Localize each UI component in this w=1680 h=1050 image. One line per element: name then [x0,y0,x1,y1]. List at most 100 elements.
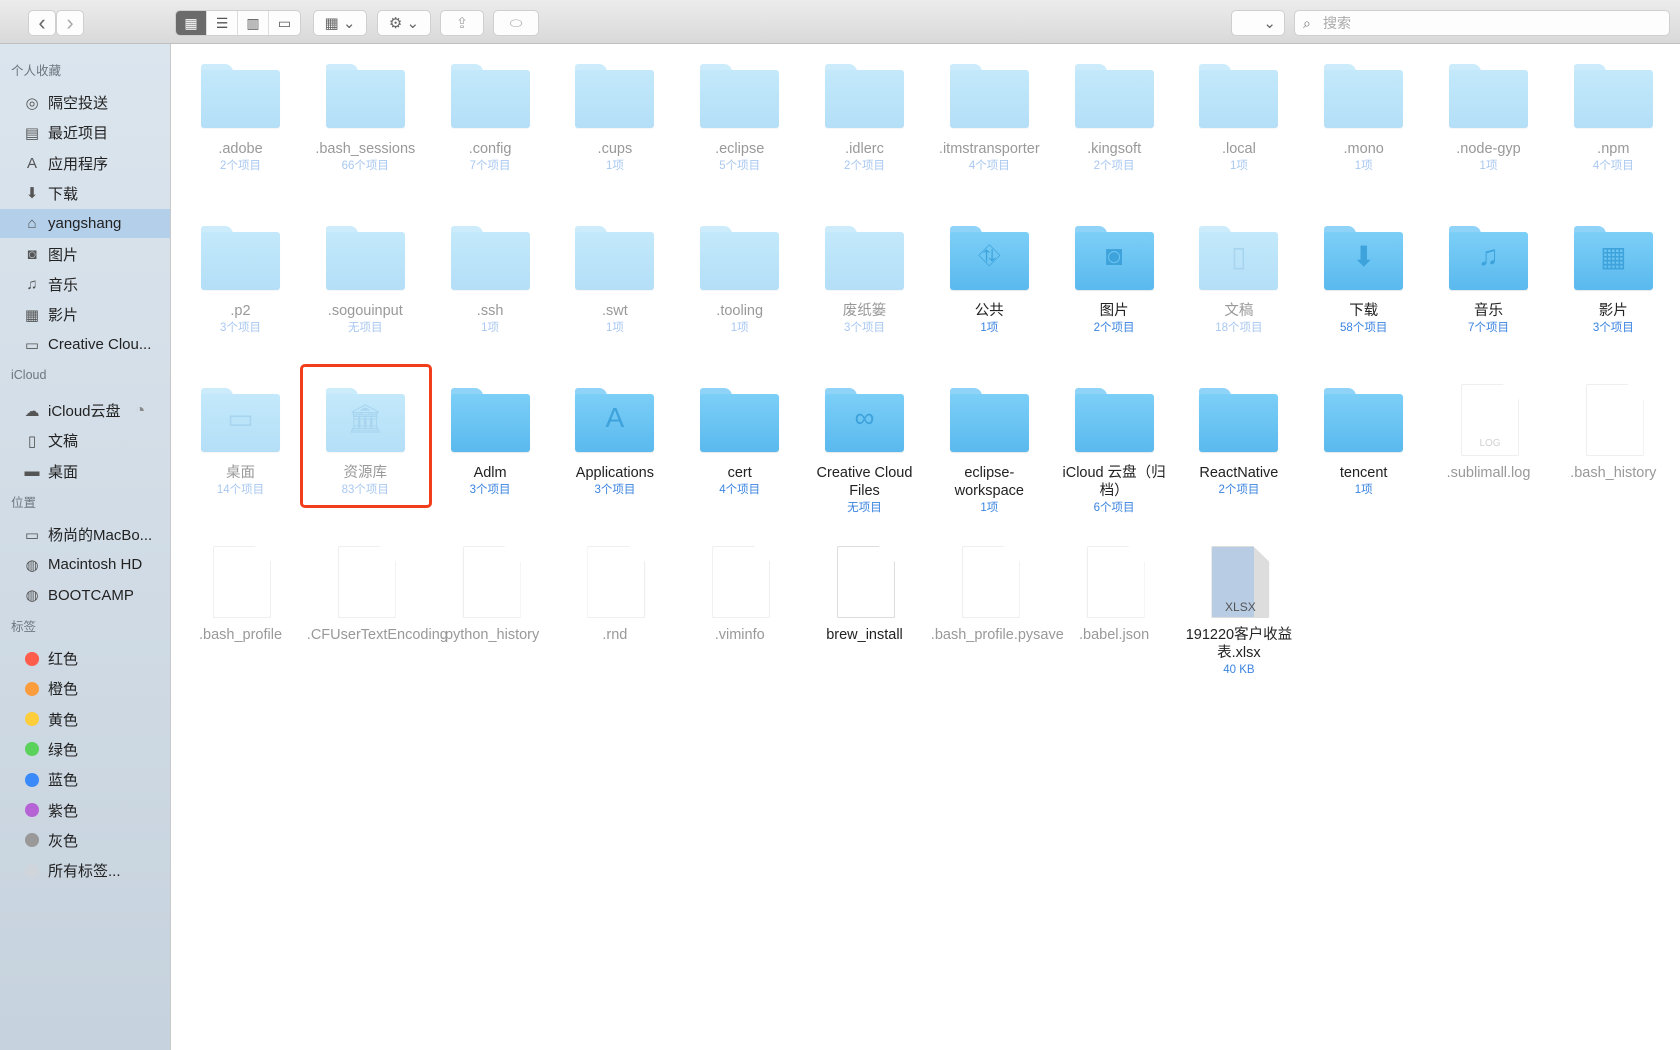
sidebar-item[interactable]: ▦ 影片 [0,300,170,329]
folder-item[interactable]: ♫ 音乐 7个项目 [1426,226,1551,336]
sidebar-item-label: 绿色 [48,741,79,759]
file-item[interactable]: brew_install [802,546,927,644]
downloads-folder-icon: ⬇ [1324,226,1404,290]
sidebar-item[interactable]: 灰色 [0,826,170,855]
group-by-button[interactable]: ▦ ⌄ [313,10,367,36]
sidebar-item-label: BOOTCAMP [48,586,134,604]
sidebar-item[interactable]: 橙色 [0,674,170,703]
folder-item[interactable]: Adlm 3个项目 [428,388,553,498]
item-name: .sogouinput [327,303,403,319]
folder-icon [1573,64,1653,128]
item-count: 1项 [1354,484,1373,496]
chevron-right-icon: › [66,10,74,35]
folder-item[interactable]: cert 4个项目 [677,388,802,498]
file-item[interactable]: .CFUserTextEncoding [303,546,448,644]
icon-view-button[interactable]: ▦ [176,11,207,35]
share-button[interactable]: ⇪ [440,10,484,36]
folder-icon [1324,388,1404,452]
item-count: 无项目 [847,502,882,514]
sidebar-item[interactable]: ◎ 隔空投送 [0,88,170,117]
folder-item[interactable]: .kingsoft 2个项目 [1052,64,1177,174]
folder-item[interactable]: .npm 4个项目 [1551,64,1676,174]
folder-item[interactable]: .idlerc 2个项目 [802,64,927,174]
folder-item[interactable]: ◙ 图片 2个项目 [1052,226,1177,336]
sidebar-item-label: 文稿 [48,433,79,451]
folder-item[interactable]: A Applications 3个项目 [552,388,677,498]
folder-item[interactable]: ▯ 文稿 18个项目 [1176,226,1301,336]
sidebar-item[interactable]: ☁ iCloud云盘 ◔ [0,396,170,425]
forward-button[interactable]: › [56,10,84,36]
item-name: .mono [1343,141,1384,157]
folder-item[interactable]: ∞ Creative Cloud Files 无项目 [802,388,927,516]
folder-item[interactable]: tencent 1项 [1301,388,1426,498]
folder-item[interactable]: .swt 1项 [552,226,677,336]
sidebar-item[interactable]: 紫色 [0,796,170,825]
search-input[interactable]: ⌕ 搜索 [1294,10,1670,36]
folder-item[interactable]: iCloud 云盘（归档） 6个项目 [1052,388,1177,516]
folder-item[interactable]: .local 1项 [1176,64,1301,174]
folder-item[interactable]: .bash_sessions 66个项目 [303,64,428,174]
gallery-view-button[interactable]: ▭ [269,11,300,35]
sidebar-item[interactable]: ⬇ 下载 [0,179,170,208]
file-item[interactable]: LOG .sublimall.log [1426,384,1551,482]
folder-item[interactable]: .config 7个项目 [428,64,553,174]
folder-icon [1449,64,1528,128]
folder-item[interactable]: .cups 1项 [552,64,677,174]
sidebar-item[interactable]: ▯ 文稿 [0,426,170,455]
file-item[interactable]: .babel.json [1052,546,1177,644]
sidebar-item-label: 图片 [48,246,79,264]
sidebar-item-label: 下载 [48,185,79,203]
column-view-button[interactable]: ▥ [238,11,269,35]
folder-item[interactable]: .eclipse 5个项目 [677,64,802,174]
sidebar-item[interactable]: ◍ BOOTCAMP [0,581,170,610]
file-item[interactable]: .viminfo [677,546,802,644]
back-button[interactable]: ‹ [28,10,56,36]
folder-item[interactable]: ▦ 影片 3个项目 [1551,226,1676,336]
folder-item[interactable]: .adobe 2个项目 [178,64,303,174]
file-item[interactable]: XLSX 191220客户收益表.xlsx 40 KB [1176,546,1301,678]
folder-item[interactable]: ⛗ 公共 1项 [927,226,1052,336]
sidebar-item[interactable]: 所有标签... [0,856,170,885]
sidebar-item[interactable]: 绿色 [0,735,170,764]
file-item[interactable]: .python_history [428,546,553,644]
folder-item[interactable]: eclipse-workspace 1项 [927,388,1052,516]
document-file-icon [700,546,779,618]
file-item[interactable]: .rnd [552,546,677,644]
sidebar-item[interactable]: ◙ 图片 [0,240,170,269]
folder-item[interactable]: 废纸篓 3个项目 [802,226,927,336]
sidebar-item[interactable]: ♫ 音乐 [0,270,170,299]
sidebar-item[interactable]: ◍ Macintosh HD [0,550,170,579]
sidebar-item[interactable]: ▭ Creative Clou... [0,330,170,359]
folder-icon [700,388,780,452]
folder-item[interactable]: .tooling 1项 [677,226,802,336]
file-item[interactable]: .bash_profile [178,546,303,644]
file-item[interactable]: .bash_history [1551,384,1676,482]
folder-icon [825,226,904,290]
tag-button[interactable]: ⬭ [493,10,539,36]
folder-item[interactable]: .itmstransporter 4个项目 [927,64,1052,174]
folder-item[interactable]: ⬇ 下载 58个项目 [1301,226,1426,336]
folder-item[interactable]: .mono 1项 [1301,64,1426,174]
folder-item[interactable]: .ssh 1项 [428,226,553,336]
sidebar-item-label: 音乐 [48,276,79,294]
document-file-icon [451,546,530,618]
action-gear-button[interactable]: ⚙ ⌄ [377,10,431,36]
sidebar-item[interactable]: 红色 [0,644,170,673]
file-item[interactable]: .bash_profile.pysave [927,546,1064,644]
sidebar-item[interactable]: ▬ 桌面 [0,457,170,486]
sidebar-item[interactable]: 蓝色 [0,765,170,794]
folder-item[interactable]: .sogouinput 无项目 [303,226,428,336]
folder-item[interactable]: ReactNative 2个项目 [1176,388,1301,498]
path-dropdown[interactable]: ⌄ [1231,10,1285,36]
sidebar-item[interactable]: ▭ 杨尚的MacBo... [0,520,170,549]
sidebar-item[interactable]: A 应用程序 [0,149,170,178]
folder-item[interactable]: .node-gyp 1项 [1426,64,1551,174]
folder-item[interactable]: .p2 3个项目 [178,226,303,336]
folder-item[interactable]: ▭ 桌面 14个项目 [178,388,303,498]
list-view-button[interactable]: ☰ [207,11,238,35]
sidebar-item[interactable]: ▤ 最近项目 [0,118,170,147]
sidebar-item[interactable]: ⌂ yangshang [0,209,170,239]
tag-color-icon [25,772,39,787]
sidebar-item[interactable]: 黄色 [0,705,170,734]
folder-icon [1074,388,1154,452]
